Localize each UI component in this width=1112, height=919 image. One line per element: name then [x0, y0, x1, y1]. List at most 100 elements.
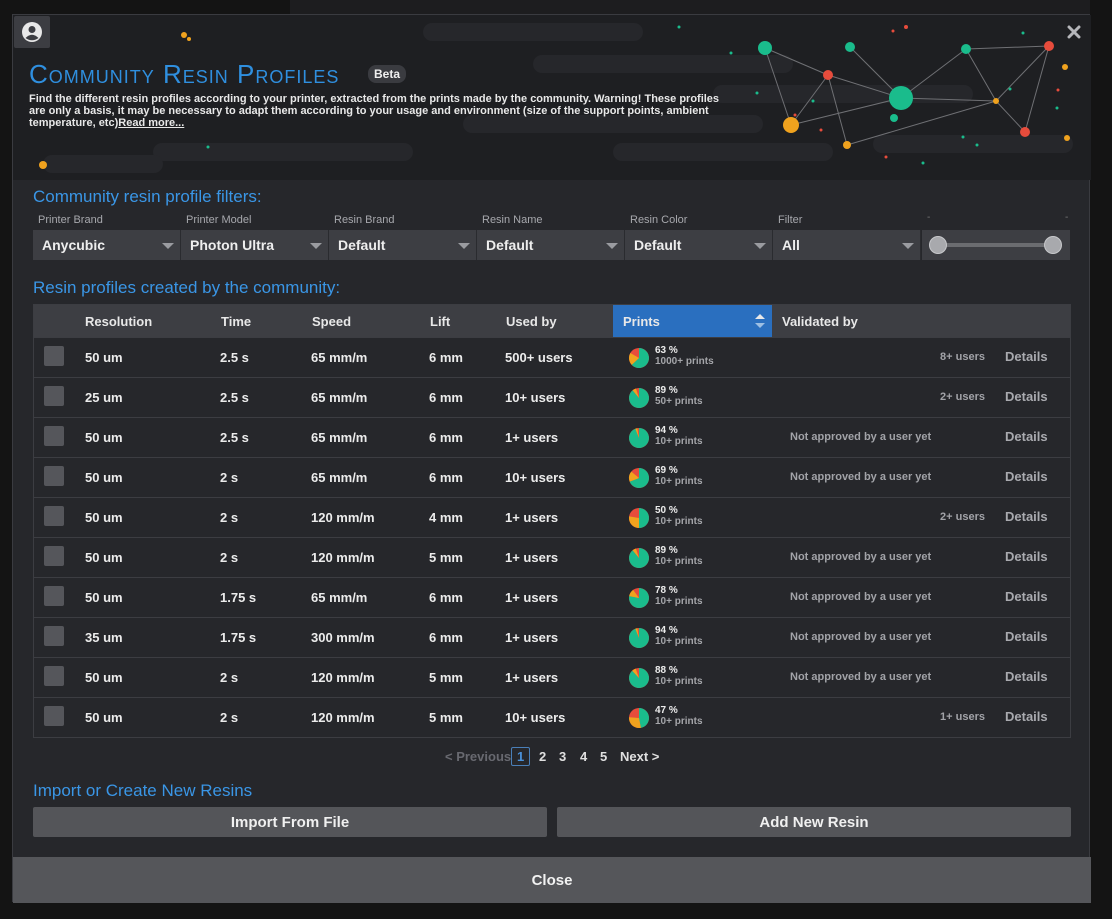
- table-row[interactable]: 50 um 2 s 120 mm/m 5 mm 1+ users 89 % 10+ prin…: [34, 537, 1070, 577]
- resin-brand-select[interactable]: Default: [329, 230, 477, 260]
- resolution-cell: 50 um: [85, 430, 123, 445]
- prints-cell: 88 % 10+ prints: [655, 665, 703, 687]
- table-row[interactable]: 50 um 2 s 65 mm/m 6 mm 10+ users 69 % 10+ prin…: [34, 457, 1070, 497]
- row-checkbox[interactable]: [44, 666, 64, 686]
- details-link[interactable]: Details: [1005, 509, 1048, 524]
- col-lift[interactable]: Lift: [430, 314, 450, 329]
- row-checkbox[interactable]: [44, 466, 64, 486]
- table-row[interactable]: 50 um 2 s 120 mm/m 4 mm 1+ users 50 % 10+ prin…: [34, 497, 1070, 537]
- page-link[interactable]: 5: [600, 749, 607, 764]
- range-slider[interactable]: [922, 230, 1070, 260]
- table-row[interactable]: 50 um 2.5 s 65 mm/m 6 mm 500+ users 63 % 1000+…: [34, 337, 1070, 377]
- pie-chart-icon: [629, 348, 649, 368]
- lift-cell: 6 mm: [429, 630, 463, 645]
- select-value: All: [782, 237, 800, 253]
- used-by-cell: 10+ users: [505, 390, 566, 405]
- row-checkbox[interactable]: [44, 426, 64, 446]
- details-link[interactable]: Details: [1005, 549, 1048, 564]
- speed-cell: 65 mm/m: [311, 430, 368, 445]
- details-link[interactable]: Details: [1005, 429, 1048, 444]
- close-dialog-button[interactable]: [1065, 23, 1083, 41]
- row-checkbox[interactable]: [44, 386, 64, 406]
- profiles-table: Resolution Time Speed Lift Used by Print…: [33, 304, 1071, 738]
- speed-cell: 300 mm/m: [311, 630, 375, 645]
- used-by-cell: 10+ users: [505, 710, 566, 725]
- chevron-down-icon: [458, 243, 470, 249]
- pie-chart-icon: [629, 588, 649, 608]
- pie-chart-icon: [629, 668, 649, 688]
- speed-cell: 120 mm/m: [311, 510, 375, 525]
- time-cell: 2 s: [220, 470, 239, 485]
- prints-count: 10+ prints: [655, 676, 703, 687]
- time-cell: 2 s: [220, 670, 239, 685]
- row-checkbox[interactable]: [44, 546, 64, 566]
- col-validated-by[interactable]: Validated by: [782, 314, 858, 329]
- next-page-link[interactable]: Next >: [620, 749, 659, 764]
- printer-model-select[interactable]: Photon Ultra: [181, 230, 329, 260]
- details-link[interactable]: Details: [1005, 389, 1048, 404]
- col-prints[interactable]: Prints: [613, 305, 772, 337]
- slider-min-thumb[interactable]: [929, 236, 947, 254]
- row-checkbox[interactable]: [44, 706, 64, 726]
- row-checkbox[interactable]: [44, 586, 64, 606]
- resin-name-select[interactable]: Default: [477, 230, 625, 260]
- resolution-cell: 50 um: [85, 710, 123, 725]
- page-link[interactable]: 2: [539, 749, 546, 764]
- details-link[interactable]: Details: [1005, 589, 1048, 604]
- used-by-cell: 1+ users: [505, 430, 559, 445]
- table-row[interactable]: 50 um 1.75 s 65 mm/m 6 mm 1+ users 78 % 10+ pr…: [34, 577, 1070, 617]
- table-row[interactable]: 50 um 2 s 120 mm/m 5 mm 10+ users 47 % 10+ pri…: [34, 697, 1070, 737]
- row-checkbox[interactable]: [44, 506, 64, 526]
- row-checkbox[interactable]: [44, 626, 64, 646]
- dialog-header: Community Resin Profiles Beta Find the d…: [13, 15, 1091, 180]
- speed-cell: 120 mm/m: [311, 670, 375, 685]
- resolution-cell: 25 um: [85, 390, 123, 405]
- user-account-button[interactable]: [14, 16, 50, 48]
- slider-max-thumb[interactable]: [1044, 236, 1062, 254]
- row-checkbox[interactable]: [44, 346, 64, 366]
- col-time[interactable]: Time: [221, 314, 251, 329]
- slider-min-label: -: [927, 212, 931, 223]
- table-row[interactable]: 35 um 1.75 s 300 mm/m 6 mm 1+ users 94 % 10+ p…: [34, 617, 1070, 657]
- filter-type: Filter All: [773, 214, 921, 260]
- col-speed[interactable]: Speed: [312, 314, 351, 329]
- page-link[interactable]: 1: [511, 747, 531, 766]
- printer-brand-select[interactable]: Anycubic: [33, 230, 181, 260]
- filter-select[interactable]: All: [773, 230, 921, 260]
- read-more-link[interactable]: Read more...: [118, 117, 184, 129]
- details-link[interactable]: Details: [1005, 469, 1048, 484]
- table-row[interactable]: 25 um 2.5 s 65 mm/m 6 mm 10+ users 89 % 50+ pr…: [34, 377, 1070, 417]
- resolution-cell: 50 um: [85, 670, 123, 685]
- table-row[interactable]: 50 um 2 s 120 mm/m 5 mm 1+ users 88 % 10+ prin…: [34, 657, 1070, 697]
- previous-page-link[interactable]: < Previous: [445, 749, 511, 764]
- prints-cell: 89 % 50+ prints: [655, 385, 703, 407]
- lift-cell: 6 mm: [429, 350, 463, 365]
- beta-badge: Beta: [368, 65, 407, 83]
- speed-cell: 120 mm/m: [311, 710, 375, 725]
- speed-cell: 65 mm/m: [311, 470, 368, 485]
- resin-color-select[interactable]: Default: [625, 230, 773, 260]
- pie-chart-icon: [629, 508, 649, 528]
- col-used-by[interactable]: Used by: [506, 314, 557, 329]
- prints-cell: 50 % 10+ prints: [655, 505, 703, 527]
- col-resolution[interactable]: Resolution: [85, 314, 152, 329]
- chevron-down-icon: [162, 243, 174, 249]
- success-rate: 47 %: [655, 705, 678, 716]
- details-link[interactable]: Details: [1005, 629, 1048, 644]
- add-new-resin-button[interactable]: Add New Resin: [557, 807, 1071, 837]
- import-from-file-button[interactable]: Import From File: [33, 807, 547, 837]
- prints-cell: 94 % 10+ prints: [655, 625, 703, 647]
- used-by-cell: 1+ users: [505, 630, 559, 645]
- details-link[interactable]: Details: [1005, 709, 1048, 724]
- success-rate: 94 %: [655, 425, 678, 436]
- page-link[interactable]: 3: [559, 749, 566, 764]
- details-link[interactable]: Details: [1005, 669, 1048, 684]
- details-link[interactable]: Details: [1005, 349, 1048, 364]
- chevron-down-icon: [310, 243, 322, 249]
- validated-by-cell: Not approved by a user yet: [790, 631, 932, 643]
- page-link[interactable]: 4: [580, 749, 587, 764]
- time-cell: 2.5 s: [220, 390, 249, 405]
- close-button[interactable]: Close: [13, 857, 1091, 903]
- chevron-down-icon: [606, 243, 618, 249]
- table-row[interactable]: 50 um 2.5 s 65 mm/m 6 mm 1+ users 94 % 10+ pri…: [34, 417, 1070, 457]
